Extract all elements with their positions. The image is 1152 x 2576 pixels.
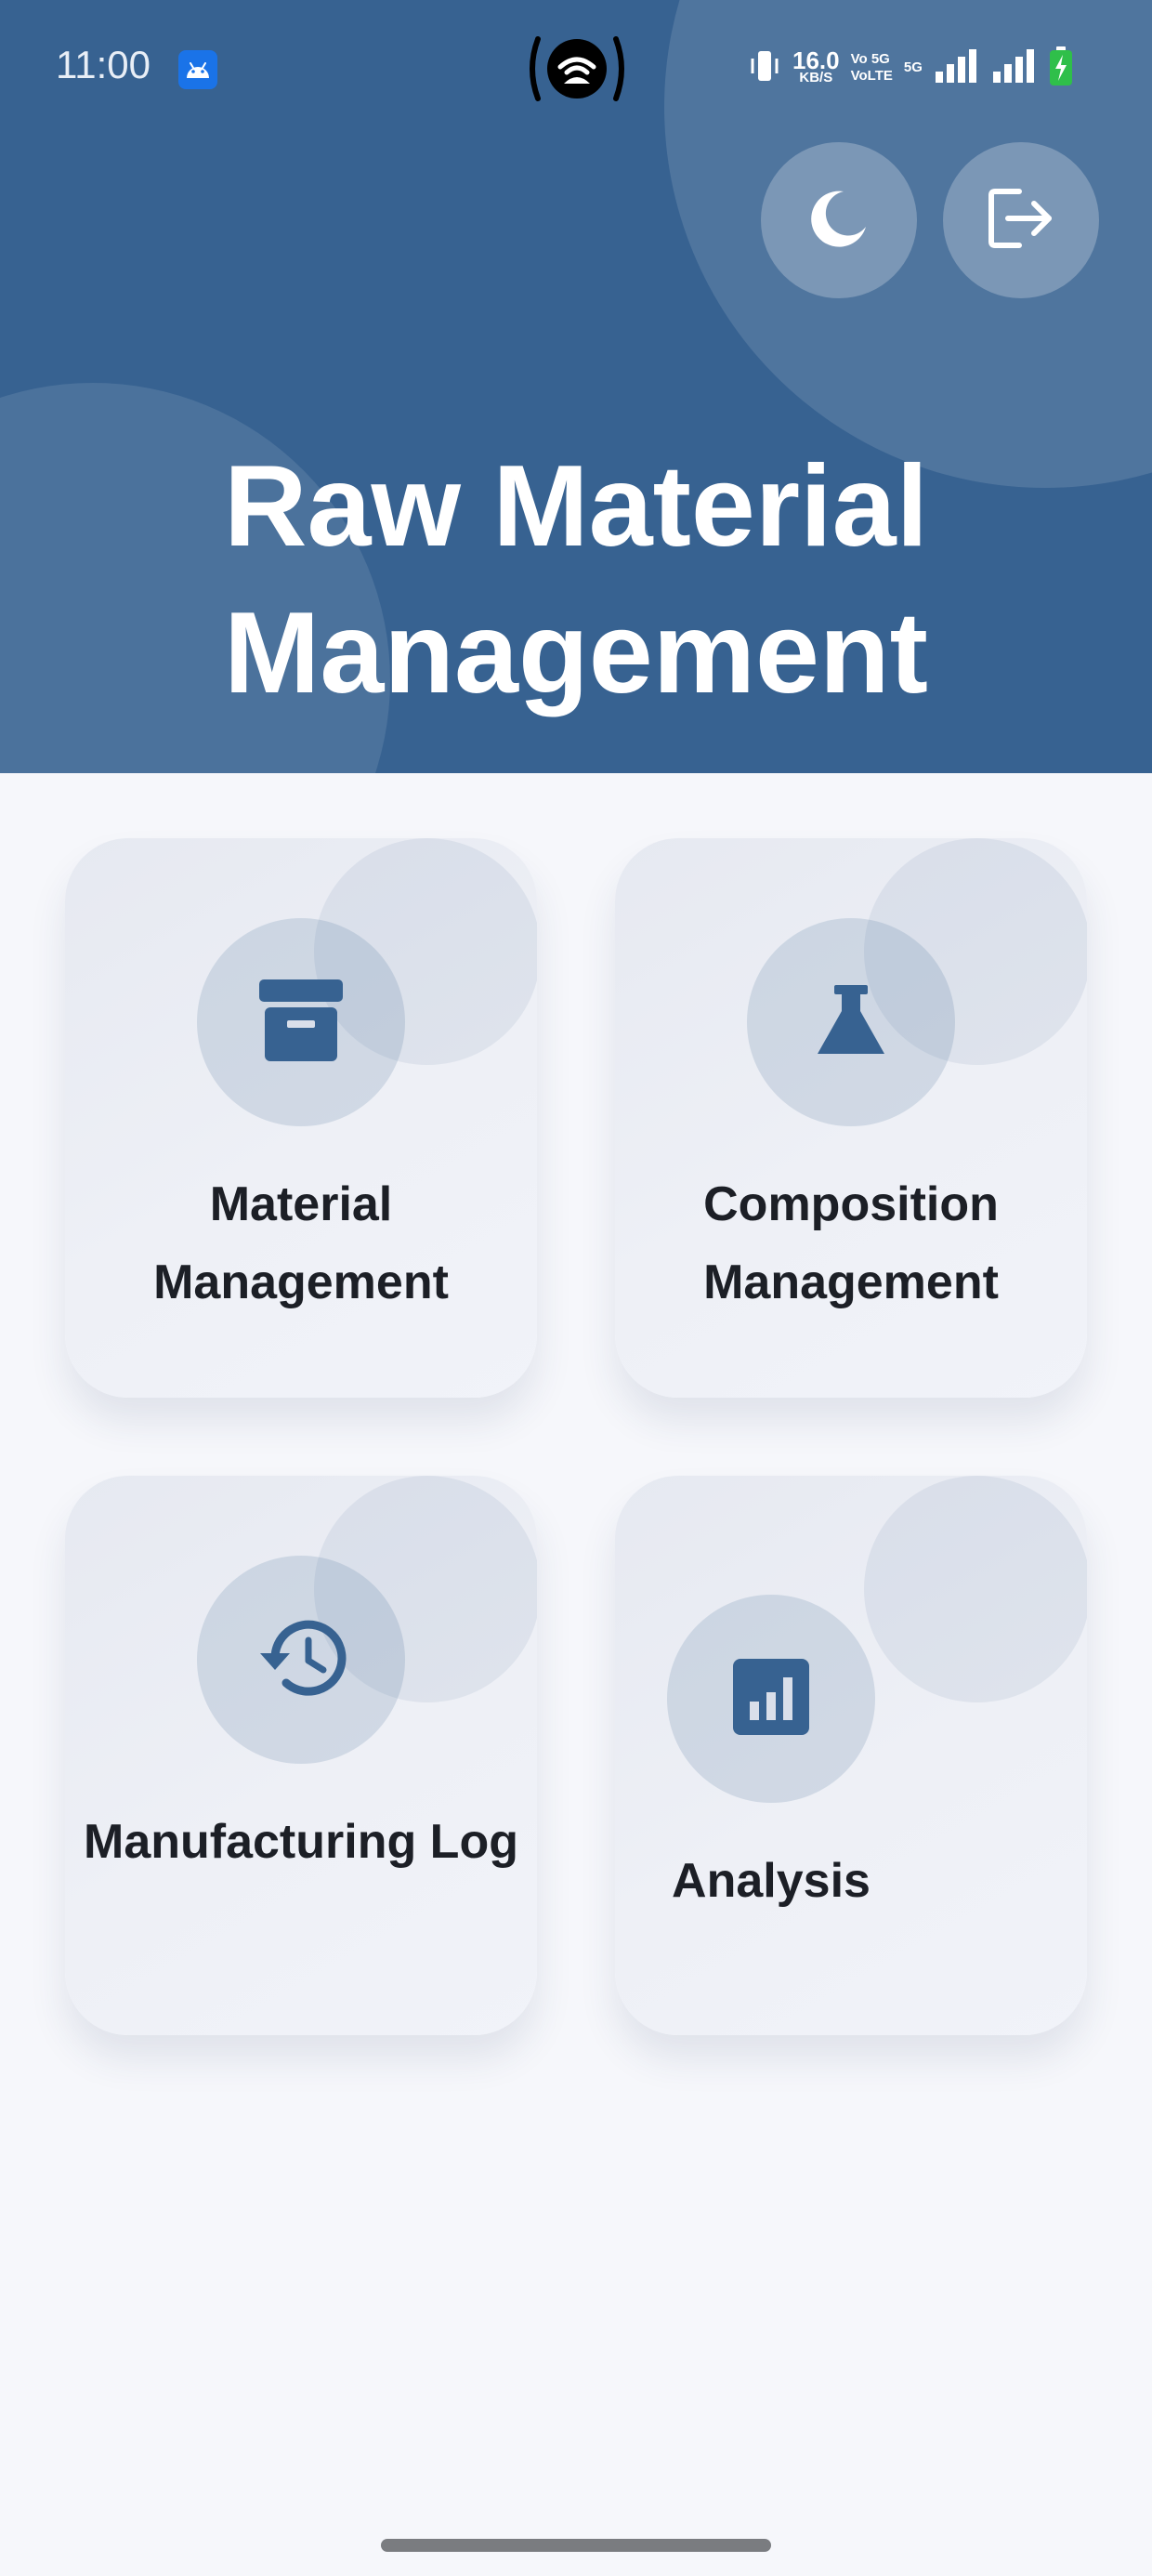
hotspot-indicator-icon	[525, 33, 629, 104]
signal-strength-icon	[991, 47, 1038, 89]
material-management-card[interactable]: Material Management	[65, 838, 537, 1398]
composition-management-card[interactable]: Composition Management	[615, 838, 1087, 1398]
volte-indicator: Vo 5G VoLTE	[851, 51, 893, 85]
volte-line-2: VoLTE	[850, 68, 893, 84]
header-banner: 11:00 16.0 KB/S Vo 5G VoLTE 5G Raw Mater…	[0, 0, 1152, 773]
card-icon-container	[197, 918, 405, 1126]
battery-charging-icon	[1049, 46, 1073, 91]
page-title: Raw Material Management	[223, 442, 929, 717]
status-time: 11:00	[56, 43, 151, 86]
android-icon	[178, 50, 217, 89]
bar-chart-icon	[731, 1657, 811, 1741]
card-icon-container	[747, 918, 955, 1126]
network-speed-unit: KB/S	[799, 70, 833, 85]
gesture-navigation-handle[interactable]	[381, 2539, 771, 2552]
card-icon-container	[197, 1556, 405, 1764]
card-decoration-circle	[864, 1476, 1087, 1702]
analysis-card[interactable]: Analysis	[615, 1476, 1087, 2035]
card-label: Analysis	[672, 1854, 871, 1908]
vibrate-icon	[748, 47, 781, 89]
card-label: Manufacturing Log	[84, 1815, 518, 1869]
theme-toggle-button[interactable]	[761, 142, 917, 298]
volte-line-1: Vo 5G	[850, 51, 890, 67]
history-icon	[255, 1616, 347, 1704]
archive-box-icon	[257, 976, 345, 1070]
card-label: Composition Management	[703, 1177, 999, 1309]
logout-button[interactable]	[943, 142, 1099, 298]
signal-strength-icon	[934, 47, 980, 89]
network-type-badge: 5G	[903, 59, 923, 75]
network-speed: 16.0 KB/S	[792, 48, 840, 85]
moon-icon	[806, 186, 871, 256]
logout-icon	[986, 186, 1056, 256]
status-indicators: 16.0 KB/S Vo 5G VoLTE 5G	[748, 45, 1073, 91]
app-screen: 11:00 16.0 KB/S Vo 5G VoLTE 5G Raw Mater…	[0, 0, 1152, 2576]
manufacturing-log-card[interactable]: Manufacturing Log	[65, 1476, 537, 2035]
status-bar: 11:00 16.0 KB/S Vo 5G VoLTE 5G	[0, 0, 1152, 139]
card-label: Material Management	[153, 1177, 449, 1309]
card-icon-container	[667, 1595, 875, 1803]
flask-icon	[814, 983, 888, 1062]
